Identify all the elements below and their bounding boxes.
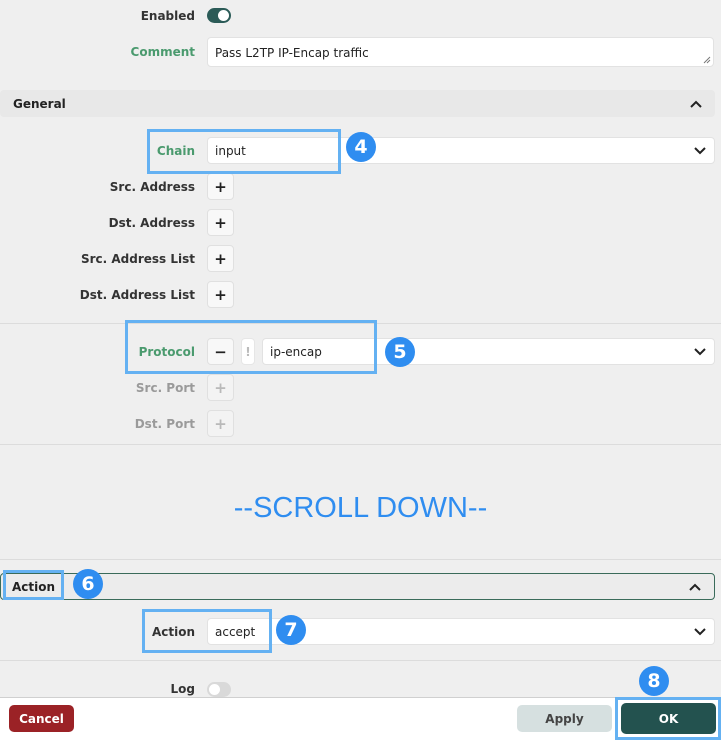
step-badge-4: 4	[346, 132, 376, 162]
chevron-down-icon	[694, 348, 706, 356]
divider	[0, 559, 721, 560]
action-section-header[interactable]: Action	[0, 573, 715, 600]
add-dst-address-list-button[interactable]: +	[207, 281, 234, 308]
cancel-button[interactable]: Cancel	[9, 705, 74, 732]
general-section-header[interactable]: General	[0, 90, 715, 117]
dst-port-label: Dst. Port	[134, 417, 195, 431]
add-dst-address-button[interactable]: +	[207, 209, 234, 236]
src-port-label: Src. Port	[135, 381, 195, 395]
step-badge-6: 6	[73, 569, 103, 599]
resize-grip-icon[interactable]	[703, 56, 711, 64]
step-badge-7: 7	[276, 615, 306, 645]
step-badge-8: 8	[639, 666, 669, 696]
highlight-box-chain	[147, 129, 341, 174]
log-toggle[interactable]	[207, 682, 231, 697]
highlight-box-action-section	[3, 570, 64, 600]
comment-field[interactable]: Pass L2TP IP-Encap traffic	[207, 37, 714, 67]
dst-address-label: Dst. Address	[108, 216, 195, 230]
chevron-down-icon	[694, 147, 706, 155]
general-section-title: General	[13, 96, 66, 111]
divider	[0, 660, 721, 661]
log-label: Log	[170, 682, 195, 696]
comment-value: Pass L2TP IP-Encap traffic	[215, 46, 369, 60]
divider	[0, 444, 721, 445]
enabled-label: Enabled	[140, 9, 195, 23]
step-badge-5: 5	[385, 337, 415, 367]
toggle-knob	[209, 684, 220, 695]
chevron-up-icon[interactable]	[689, 583, 701, 591]
apply-button[interactable]: Apply	[517, 705, 612, 732]
dst-address-list-label: Dst. Address List	[79, 288, 195, 302]
enabled-toggle[interactable]	[207, 8, 231, 23]
highlight-box-protocol	[125, 320, 377, 374]
scroll-down-note: --SCROLL DOWN--	[233, 492, 488, 524]
footer-bar	[0, 697, 721, 740]
toggle-knob	[218, 10, 229, 21]
add-src-port-button[interactable]: +	[207, 374, 234, 401]
add-src-address-list-button[interactable]: +	[207, 245, 234, 272]
chevron-up-icon[interactable]	[690, 100, 702, 108]
highlight-box-action	[142, 609, 272, 653]
src-address-list-label: Src. Address List	[80, 252, 195, 266]
add-dst-port-button[interactable]: +	[207, 410, 234, 437]
src-address-label: Src. Address	[109, 180, 195, 194]
add-src-address-button[interactable]: +	[207, 173, 234, 200]
chevron-down-icon	[694, 628, 706, 636]
highlight-box-ok	[615, 697, 721, 740]
comment-label: Comment	[130, 45, 195, 59]
